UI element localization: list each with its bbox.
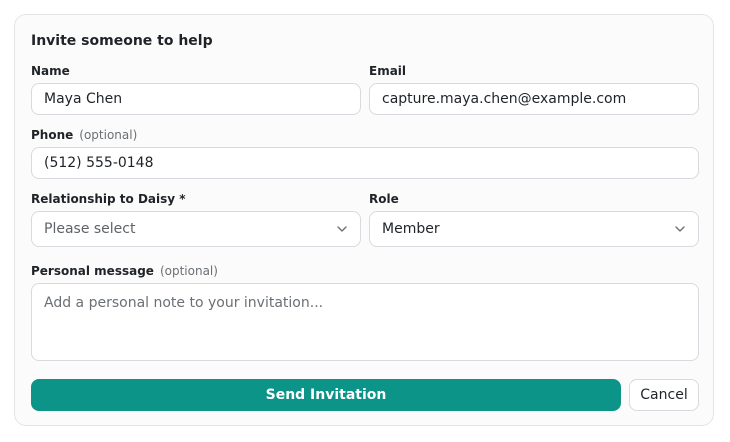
- phone-optional-hint: (optional): [79, 128, 138, 142]
- name-input[interactable]: [31, 83, 361, 115]
- role-label-text: Role: [369, 192, 399, 206]
- name-label-text: Name: [31, 64, 70, 78]
- chevron-down-icon: [675, 226, 685, 232]
- role-select[interactable]: Member: [369, 211, 699, 247]
- form-title: Invite someone to help: [31, 33, 213, 49]
- send-invitation-button[interactable]: Send Invitation: [31, 379, 621, 411]
- phone-label-text: Phone: [31, 128, 74, 142]
- phone-input[interactable]: [31, 147, 699, 179]
- email-input[interactable]: [369, 83, 699, 115]
- email-label: Email: [369, 63, 406, 79]
- phone-label: Phone (optional): [31, 127, 137, 143]
- role-select-value: Member: [382, 221, 440, 237]
- name-label: Name: [31, 63, 70, 79]
- message-optional-hint: (optional): [159, 264, 218, 278]
- relationship-select[interactable]: Please select: [31, 211, 361, 247]
- cancel-button[interactable]: Cancel: [629, 379, 699, 411]
- message-textarea[interactable]: [31, 283, 699, 361]
- message-label: Personal message (optional): [31, 263, 218, 279]
- relationship-select-value: Please select: [44, 221, 136, 237]
- email-label-text: Email: [369, 64, 407, 78]
- relationship-label: Relationship to Daisy *: [31, 191, 186, 207]
- role-label: Role: [369, 191, 399, 207]
- relationship-label-text: Relationship to Daisy *: [31, 192, 186, 206]
- message-label-text: Personal message: [31, 264, 154, 278]
- chevron-down-icon: [337, 226, 347, 232]
